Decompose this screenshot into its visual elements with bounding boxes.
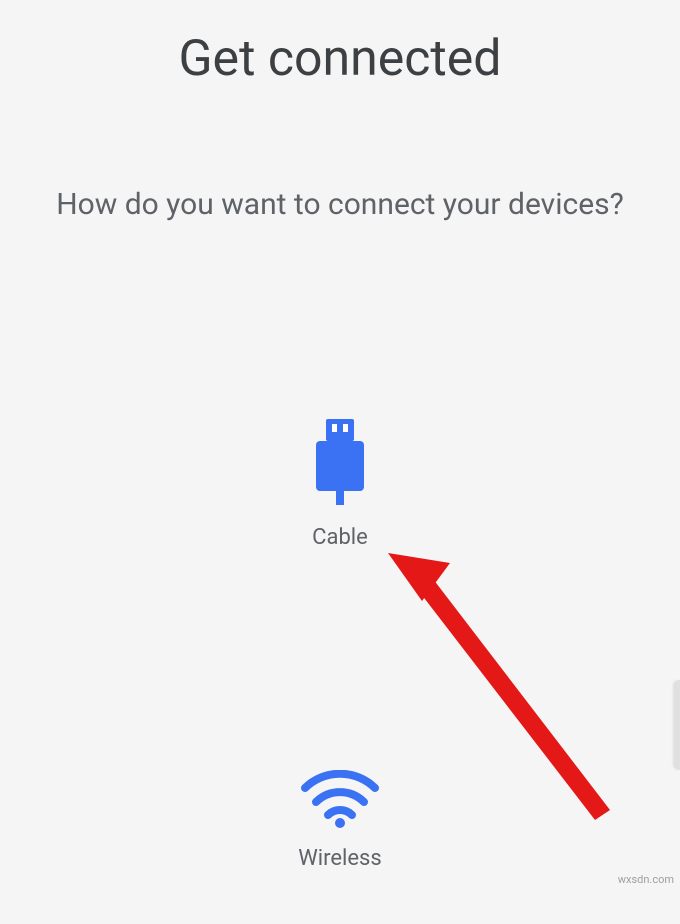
subtitle-text: How do you want to connect your devices? [0,183,680,227]
usb-cable-icon [312,417,368,511]
watermark-text: wxsdn.com [618,873,674,886]
page-title: Get connected [0,0,680,88]
wireless-option[interactable]: Wireless [298,770,382,871]
cable-option-label: Cable [312,525,368,550]
wireless-option-label: Wireless [298,846,382,871]
side-tab [674,680,680,770]
wifi-icon [301,770,379,832]
connection-options: Cable Wireless [0,417,680,871]
cable-option[interactable]: Cable [312,417,368,550]
